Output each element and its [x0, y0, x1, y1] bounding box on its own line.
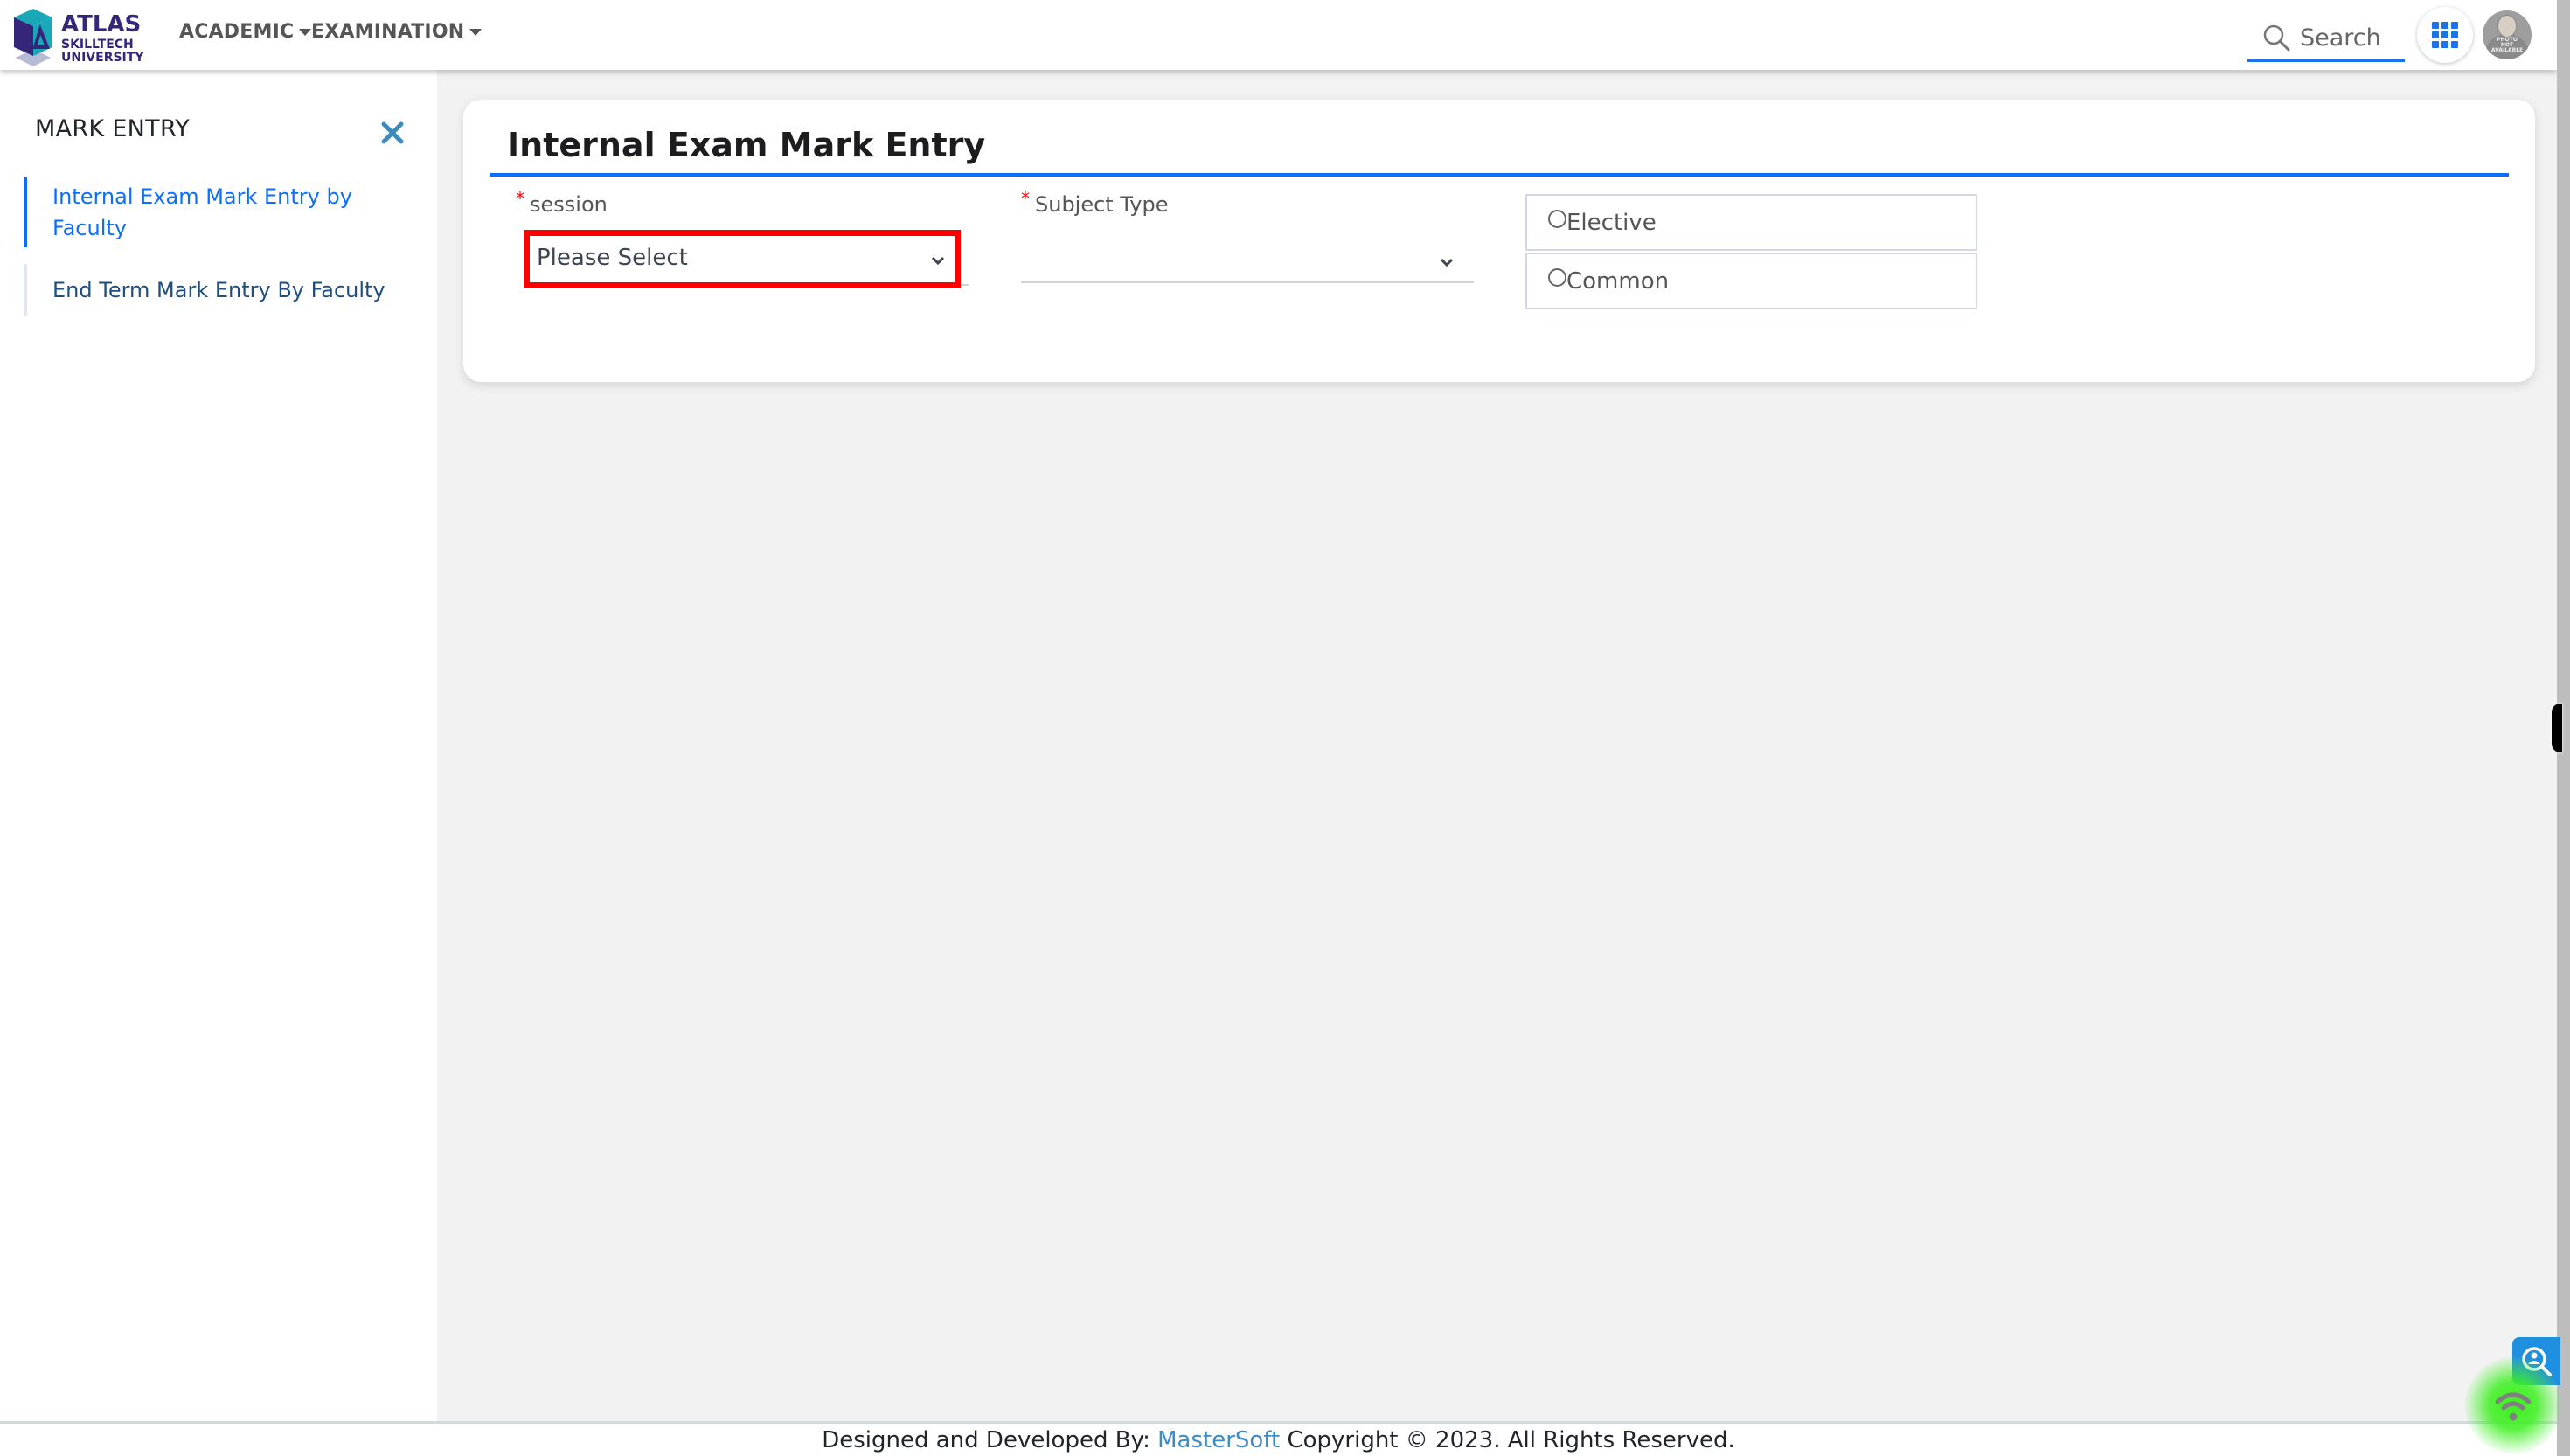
- radio-label-elective: Elective: [1566, 209, 1657, 236]
- logo-university-text: UNIVERSITY: [61, 51, 144, 65]
- apps-button[interactable]: [2417, 7, 2473, 63]
- radio-button-elective[interactable]: [1548, 210, 1566, 228]
- wifi-icon: [2495, 1392, 2532, 1421]
- required-asterisk: *: [516, 188, 524, 209]
- apps-grid-icon: [2432, 22, 2458, 48]
- sidebar-item-end-term-mark-entry[interactable]: End Term Mark Entry By Faculty: [24, 264, 408, 316]
- sidebar-item-label: Internal Exam Mark Entry by Faculty: [52, 184, 352, 240]
- session-select[interactable]: Please Select: [524, 230, 961, 288]
- sidebar-title: MARK ENTRY: [35, 115, 191, 142]
- close-icon[interactable]: [379, 119, 406, 147]
- radio-label-common: Common: [1566, 267, 1670, 295]
- footer-copyright: Copyright © 2023. All Rights Reserved.: [1287, 1427, 1735, 1453]
- atlas-logo-icon: ATLAS SKILLTECH UNIVERSITY: [14, 9, 144, 66]
- avatar-placeholder-text: PHOTO NOT AVAILABLE: [2490, 37, 2524, 53]
- radio-button-common[interactable]: [1548, 268, 1566, 287]
- session-label: * session: [516, 188, 608, 217]
- chevron-down-icon: [931, 256, 945, 266]
- subject-type-select[interactable]: [1021, 231, 1474, 283]
- page-title: Internal Exam Mark Entry: [507, 126, 986, 164]
- title-divider: [490, 173, 2509, 177]
- logo-atlas-text: ATLAS: [61, 11, 141, 38]
- atlas-logo[interactable]: ATLAS SKILLTECH UNIVERSITY: [7, 5, 147, 66]
- search-placeholder: Search: [2300, 24, 2381, 52]
- avatar-head-shape: [2497, 15, 2517, 38]
- user-avatar[interactable]: PHOTO NOT AVAILABLE: [2483, 10, 2532, 59]
- sidebar-item-label: End Term Mark Entry By Faculty: [52, 278, 386, 302]
- sidebar: MARK ENTRY Internal Exam Mark Entry by F…: [0, 70, 437, 1422]
- top-navbar: ATLAS SKILLTECH UNIVERSITY ACADEMIC EXAM…: [0, 0, 2557, 70]
- footer-brand-link[interactable]: MasterSoft: [1157, 1427, 1280, 1453]
- logo-skilltech-text: SKILLTECH: [61, 38, 134, 52]
- search-input[interactable]: Search: [2247, 16, 2405, 62]
- footer: Designed and Developed By: MasterSoft Co…: [0, 1421, 2557, 1456]
- menu-academic-label: ACADEMIC: [179, 21, 295, 43]
- caret-down-icon: [469, 28, 483, 36]
- side-drawer-handle[interactable]: [2552, 704, 2562, 752]
- caret-down-icon: [299, 28, 312, 36]
- radio-option-elective[interactable]: Elective: [1525, 194, 1977, 251]
- sidebar-item-internal-exam-mark-entry[interactable]: Internal Exam Mark Entry by Faculty: [24, 177, 408, 247]
- chevron-down-icon: [1440, 258, 1454, 267]
- footer-prefix: Designed and Developed By:: [822, 1427, 1150, 1453]
- connection-status-button[interactable]: [2465, 1357, 2561, 1453]
- subject-category-radio-group: Elective Common: [1525, 194, 1977, 309]
- menu-examination-label: EXAMINATION: [311, 21, 465, 43]
- required-asterisk: *: [1021, 188, 1030, 209]
- radio-option-common[interactable]: Common: [1525, 253, 1977, 309]
- menu-academic[interactable]: ACADEMIC: [179, 21, 312, 43]
- search-icon: [2263, 24, 2290, 52]
- session-select-value: Please Select: [537, 245, 688, 271]
- menu-examination[interactable]: EXAMINATION: [311, 21, 483, 43]
- mark-entry-card: Internal Exam Mark Entry * session Please…: [463, 100, 2535, 382]
- subject-type-label: * Subject Type: [1021, 188, 1169, 217]
